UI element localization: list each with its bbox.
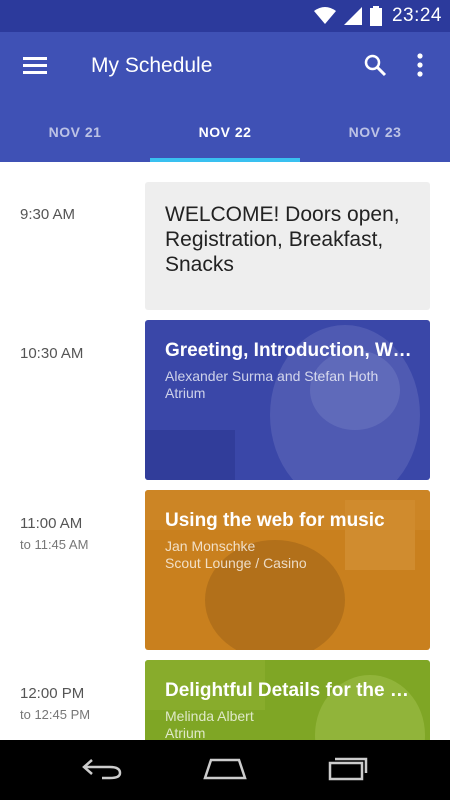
session-speaker: Jan Monschke: [165, 538, 256, 554]
slot-end-time: to 11:45 AM: [20, 537, 89, 552]
wifi-icon: [313, 7, 336, 25]
session-speaker: Melinda Albert: [165, 708, 254, 724]
day-tabs: NOV 21 NOV 22 NOV 23: [0, 102, 450, 162]
back-button[interactable]: [72, 750, 132, 790]
session-card-welcome[interactable]: WELCOME! Doors open, Registration, Break…: [145, 182, 430, 310]
search-icon: [363, 53, 387, 82]
session-title: Using the web for music: [165, 510, 385, 531]
slot-start-time: 9:30 AM: [20, 206, 76, 223]
battery-icon: [369, 6, 382, 26]
more-vert-icon: [416, 52, 424, 82]
tab-label: NOV 21: [48, 124, 102, 140]
session-room: Atrium: [165, 725, 206, 740]
cell-signal-icon: [343, 7, 362, 25]
tab-label: NOV 23: [348, 124, 402, 140]
slot-time: 11:00 AM to 11:45 AM: [20, 515, 88, 552]
session-room: Atrium: [165, 385, 206, 401]
slot-time: 10:30 AM: [20, 345, 83, 362]
session-card-greeting[interactable]: Greeting, Introduction, Welcome Alexande…: [145, 320, 430, 480]
schedule-list[interactable]: 9:30 AM WELCOME! Doors open, Registratio…: [0, 162, 450, 740]
app-bar: My Schedule: [0, 32, 450, 102]
system-nav-bar: [0, 740, 450, 800]
slot-start-time: 11:00 AM: [20, 515, 83, 532]
recents-button[interactable]: [318, 750, 378, 790]
tab-nov-21[interactable]: NOV 21: [0, 102, 150, 162]
recents-icon: [326, 755, 370, 786]
slot-start-time: 10:30 AM: [20, 345, 84, 362]
schedule-slot: 9:30 AM WELCOME! Doors open, Registratio…: [0, 182, 450, 310]
tab-nov-23[interactable]: NOV 23: [300, 102, 450, 162]
session-room: Scout Lounge / Casino: [165, 555, 307, 571]
slot-start-time: 12:00 PM: [20, 685, 85, 702]
slot-time: 9:30 AM: [20, 206, 75, 223]
schedule-slot: 12:00 PM to 12:45 PM Delightful Details …: [0, 660, 450, 740]
menu-icon: [22, 55, 48, 80]
session-title: Greeting, Introduction, Welcome: [165, 340, 412, 361]
back-icon: [80, 756, 124, 785]
home-button[interactable]: [195, 750, 255, 790]
home-icon: [201, 756, 249, 785]
page-title: My Schedule: [91, 54, 213, 77]
slot-end-time: to 12:45 PM: [20, 707, 91, 722]
tab-nov-22[interactable]: NOV 22: [150, 102, 300, 162]
session-title: WELCOME! Doors open, Registration, Break…: [165, 203, 400, 276]
slot-time: 12:00 PM to 12:45 PM: [20, 685, 90, 722]
menu-button[interactable]: [20, 52, 50, 82]
status-time: 23:24: [391, 5, 442, 26]
status-bar: 23:24: [0, 0, 450, 32]
more-options-button[interactable]: [405, 52, 435, 82]
tab-label: NOV 22: [198, 124, 252, 140]
schedule-slot: 11:00 AM to 11:45 AM Using the web for m…: [0, 490, 450, 650]
session-title: Delightful Details for the web: [165, 680, 412, 701]
session-card-delightful[interactable]: Delightful Details for the web Melinda A…: [145, 660, 430, 740]
session-speaker: Alexander Surma and Stefan Hoth: [165, 368, 379, 384]
search-button[interactable]: [360, 52, 390, 82]
session-card-music[interactable]: Using the web for music Jan Monschke Sco…: [145, 490, 430, 650]
schedule-slot: 10:30 AM Greeting, Introduction, Welcome…: [0, 320, 450, 480]
